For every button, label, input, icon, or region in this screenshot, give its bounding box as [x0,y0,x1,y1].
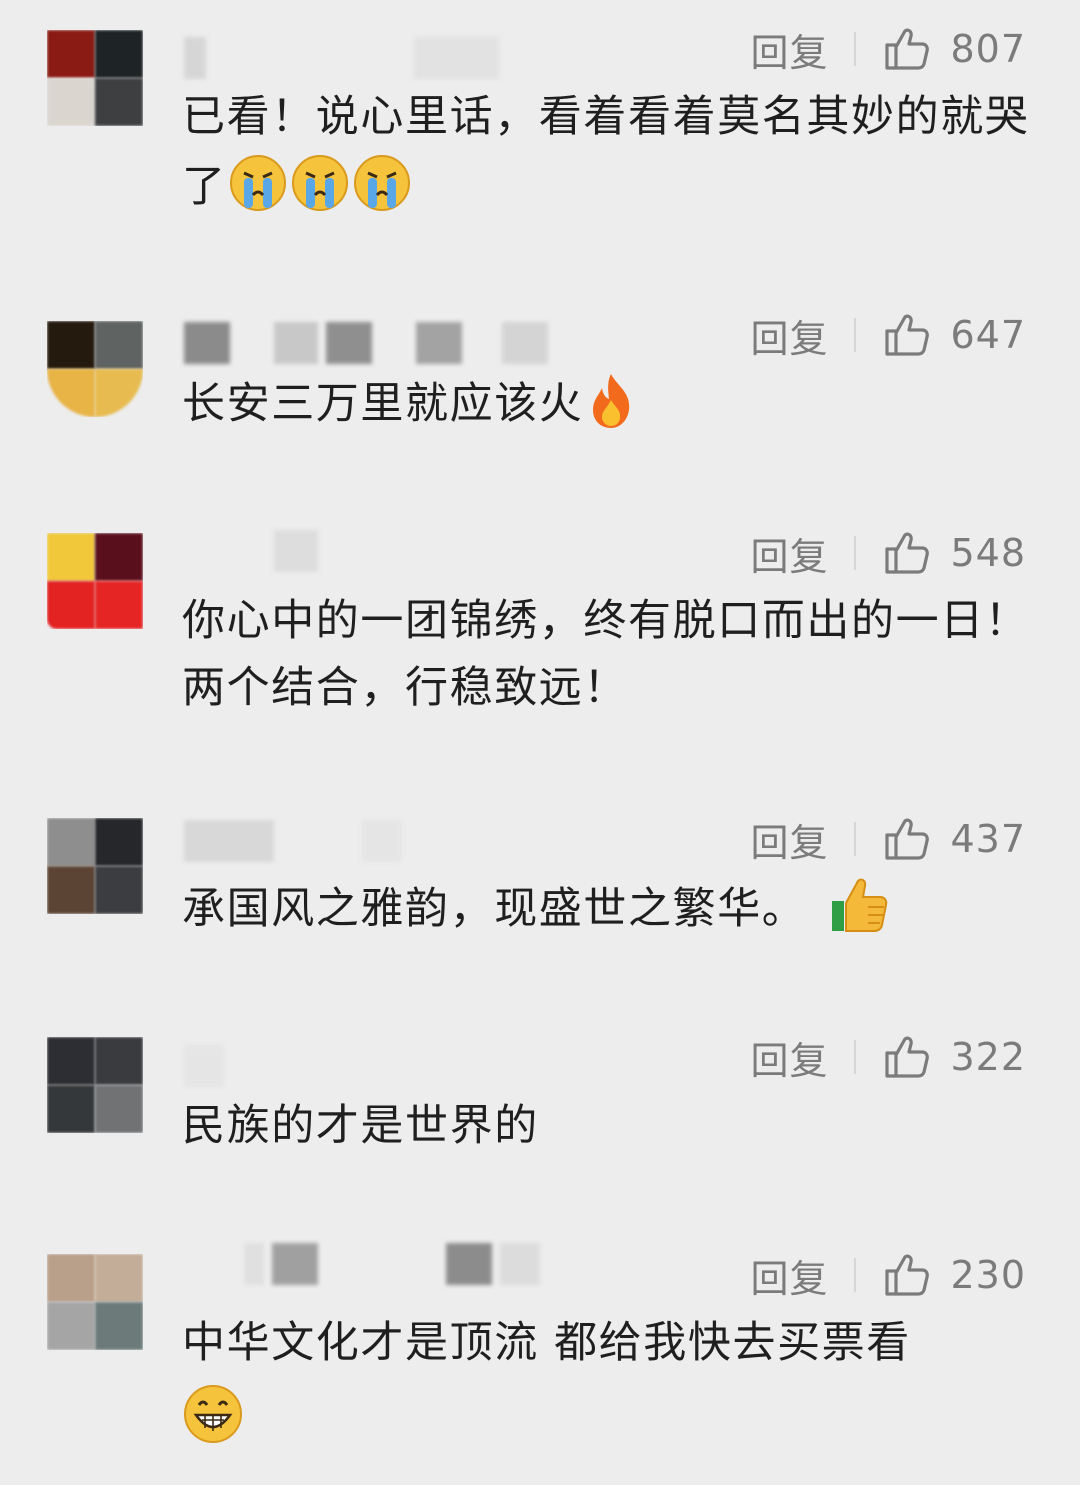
thumbs-up-emoji [828,875,890,955]
reply-button[interactable]: 回复 [750,22,828,77]
like-count: 807 [950,27,1026,71]
username-redacted[interactable] [184,820,402,862]
comment-text: 中华文化才是顶流 都给我快去买票看 [182,1310,1032,1465]
comment-text: 长安三万里就应该火 [182,370,1032,450]
divider [854,32,857,66]
avatar[interactable] [47,533,143,629]
username-redacted[interactable] [184,530,318,572]
comment-text: 民族的才是世界的 [182,1093,1032,1160]
comment-actions: 回复 230 [750,1251,1026,1301]
comment-actions: 回复 437 [750,815,1026,865]
thumbs-up-icon [885,314,930,356]
reply-button[interactable]: 回复 [750,526,828,581]
avatar[interactable] [47,1254,143,1350]
crying-emoji [351,151,413,233]
thumbs-up-icon [885,532,930,574]
comment-text: 承国风之雅韵，现盛世之繁华。 [182,875,1032,955]
username-redacted[interactable] [184,1045,224,1087]
crying-emoji [289,151,351,233]
avatar[interactable] [47,1037,143,1133]
thumbs-up-icon [885,28,930,70]
comment-text-body: 长安三万里就应该火 [182,379,584,429]
avatar[interactable] [47,321,143,417]
like-count: 230 [950,1253,1026,1297]
avatar[interactable] [47,30,143,126]
like-count: 647 [950,313,1026,357]
avatar[interactable] [47,818,143,914]
comment-actions: 回复 548 [750,529,1026,579]
grinning-emoji [182,1383,244,1465]
like-button[interactable]: 647 [884,312,1026,358]
comment-actions: 回复 322 [750,1033,1026,1083]
like-button[interactable]: 548 [884,530,1026,576]
reply-button[interactable]: 回复 [750,1248,828,1303]
thumbs-up-icon [885,818,930,860]
reply-button[interactable]: 回复 [750,308,828,363]
comment-text-body: 承国风之雅韵，现盛世之繁华。 [182,884,807,934]
username-redacted[interactable] [184,1243,540,1285]
thumbs-up-icon [885,1036,930,1078]
comment-text: 已看！说心里话，看着看着莫名其妙的就哭了 [182,84,1032,233]
like-button[interactable]: 322 [884,1034,1026,1080]
thumbs-up-icon [885,1254,930,1296]
divider [854,318,857,352]
comment-actions: 回复 807 [750,25,1026,75]
divider [854,536,857,570]
crying-emoji [227,151,289,233]
comment-actions: 回复 647 [750,311,1026,361]
reply-button[interactable]: 回复 [750,812,828,867]
like-button[interactable]: 807 [884,26,1026,72]
like-count: 437 [950,817,1026,861]
fire-emoji [583,370,639,450]
divider [854,1258,857,1292]
divider [854,822,857,856]
like-count: 322 [950,1035,1026,1079]
username-redacted[interactable] [184,37,499,79]
comment-text-body: 中华文化才是顶流 都给我快去买票看 [182,1318,911,1368]
comment-text: 你心中的一团锦绣，终有脱口而出的一日！两个结合，行稳致远！ [182,588,1032,722]
divider [854,1040,857,1074]
like-button[interactable]: 437 [884,816,1026,862]
username-redacted[interactable] [184,322,548,364]
like-count: 548 [950,531,1026,575]
like-button[interactable]: 230 [884,1252,1026,1298]
comment-text-body: 民族的才是世界的 [182,1101,539,1151]
reply-button[interactable]: 回复 [750,1030,828,1085]
comment-text-body: 你心中的一团锦绣，终有脱口而出的一日！两个结合，行稳致远！ [182,596,1030,713]
